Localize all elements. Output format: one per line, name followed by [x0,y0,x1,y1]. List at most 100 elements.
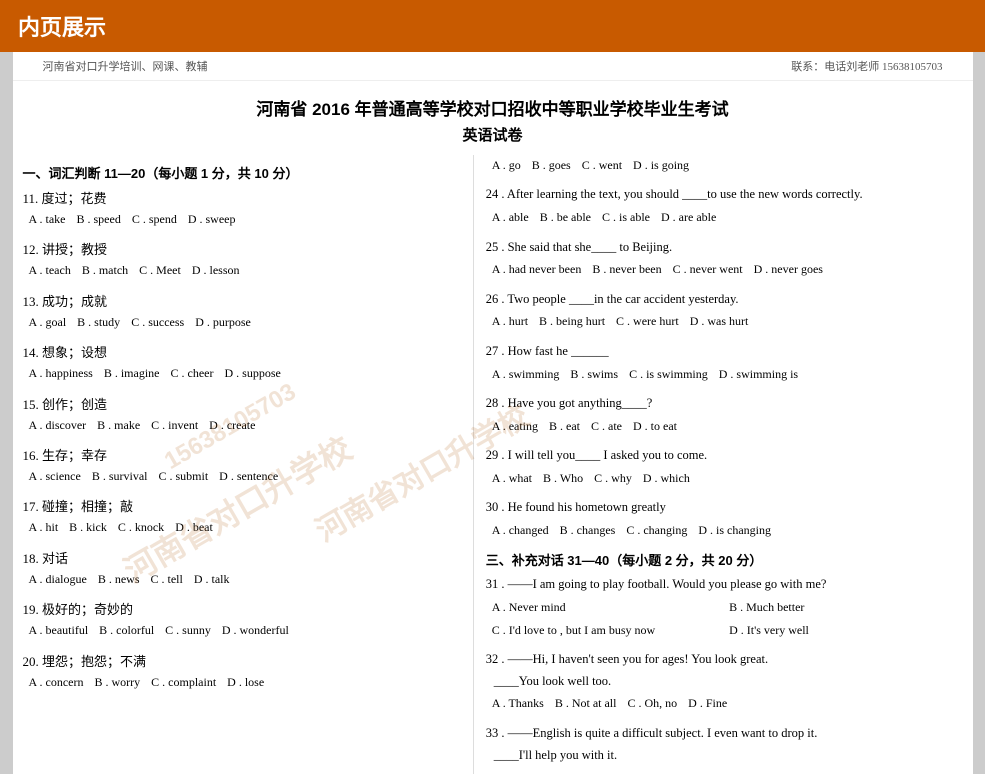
q11-opt-a: A . take [29,212,66,226]
q28-opt-a: A . eating [492,419,538,433]
q33-stem2: ____I'll help you with it. [494,746,963,765]
q13-chinese: 成功；成就 [42,294,107,309]
question-12: 12. 讲授；教授 A . teach B . match C . Meet D… [23,239,463,280]
q16-chinese: 生存；幸存 [42,448,107,463]
q16-opt-d: D . sentence [219,469,278,483]
question-23-options: A . go B . goes C . went D . is going [486,155,963,175]
question-33: 33 . ——English is quite a difficult subj… [486,724,963,765]
q11-opt-d: D . sweep [188,212,236,226]
q31-opt-b: B . Much better [729,597,954,617]
q19-options: A . beautiful B . colorful C . sunny D .… [29,620,463,640]
question-15: 15. 创作；创造 A . discover B . make C . inve… [23,394,463,435]
header-banner: 内页展示 [0,0,985,52]
q29-opt-d: D . which [643,471,690,485]
q16-opt-b: B . survival [92,469,148,483]
q26-stem: 26 . Two people ____in the car accident … [486,290,963,309]
q31-options: A . Never mind B . Much better C . I'd l… [492,597,963,640]
q19-opt-a: A . beautiful [29,623,89,637]
q19-number: 19. 极好的；奇妙的 [23,599,463,618]
q14-number: 14. 想象；设想 [23,342,463,361]
q27-opt-d: D . swimming is [719,367,798,381]
q30-stem: 30 . He found his hometown greatly [486,498,963,517]
question-30: 30 . He found his hometown greatly A . c… [486,498,963,540]
q17-chinese: 碰撞；相撞；敲 [42,499,133,514]
q27-opt-c: C . is swimming [629,367,708,381]
q24-opt-d: D . are able [661,210,716,224]
q25-opt-b: B . never been [592,262,661,276]
q20-chinese: 埋怨；抱怨；不满 [42,654,146,669]
question-16: 16. 生存；幸存 A . science B . survival C . s… [23,445,463,486]
q29-opt-c: C . why [594,471,632,485]
q17-opt-c: C . knock [118,520,164,534]
q19-opt-b: B . colorful [99,623,154,637]
q14-opt-c: C . cheer [171,366,214,380]
question-26: 26 . Two people ____in the car accident … [486,290,963,332]
q29-opt-a: A . what [492,471,532,485]
q18-opt-d: D . talk [194,572,230,586]
q15-opt-b: B . make [97,418,140,432]
page-container: 河南省对口升学校 15638105703 河南省对口升学校 河南省对口升学培训、… [13,52,973,774]
top-bar-left: 河南省对口升学培训、网课、教辅 [43,58,208,74]
q20-opt-c: C . complaint [151,675,216,689]
q12-options: A . teach B . match C . Meet D . lesson [29,260,463,280]
left-column: 一、词汇判断 11—20（每小题 1 分，共 10 分） 11. 度过；花费 A… [23,155,474,774]
question-19: 19. 极好的；奇妙的 A . beautiful B . colorful C… [23,599,463,640]
q15-opt-a: A . discover [29,418,87,432]
q14-opt-a: A . happiness [29,366,93,380]
q11-chinese: 度过；花费 [42,191,107,206]
q16-options: A . science B . survival C . submit D . … [29,466,463,486]
q13-number: 13. 成功；成就 [23,291,463,310]
q24-opt-b: B . be able [540,210,591,224]
q27-stem: 27 . How fast he ______ [486,342,963,361]
q14-opt-d: D . suppose [225,366,281,380]
question-28: 28 . Have you got anything____? A . eati… [486,394,963,436]
q24-opt-c: C . is able [602,210,650,224]
q19-chinese: 极好的；奇妙的 [42,602,133,617]
q25-stem: 25 . She said that she____ to Beijing. [486,238,963,257]
q25-opt-a: A . had never been [492,262,582,276]
exam-subtitle: 英语试卷 [13,124,973,145]
q29-opt-b: B . Who [543,471,583,485]
q31-opt-a: A . Never mind [492,597,717,617]
q26-opt-b: B . being hurt [539,314,605,328]
q32-stem2: ____You look well too. [494,672,963,691]
q12-opt-c: C . Meet [139,263,181,277]
q26-options: A . hurt B . being hurt C . were hurt D … [492,311,963,331]
q20-opt-d: D . lose [227,675,264,689]
q29-options: A . what B . Who C . why D . which [492,468,963,488]
q24-options: A . able B . be able C . is able D . are… [492,207,963,227]
q30-options: A . changed B . changes C . changing D .… [492,520,963,540]
q30-opt-a: A . changed [492,523,549,537]
q25-opt-c: C . never went [673,262,743,276]
q28-opt-d: D . to eat [633,419,677,433]
q18-opt-a: A . dialogue [29,572,87,586]
q27-options: A . swimming B . swims C . is swimming D… [492,364,963,384]
q20-options: A . concern B . worry C . complaint D . … [29,672,463,692]
q12-opt-a: A . teach [29,263,71,277]
q15-opt-c: C . invent [151,418,198,432]
section3-title: 三、补充对话 31—40（每小题 2 分，共 20 分） [486,550,963,569]
top-bar: 河南省对口升学培训、网课、教辅 联系：电话刘老师 15638105703 [13,52,973,81]
q26-opt-c: C . were hurt [616,314,679,328]
q31-opt-d: D . It's very well [729,620,954,640]
q16-opt-c: C . submit [158,469,208,483]
q11-opt-c: C . spend [132,212,177,226]
q11-opt-b: B . speed [77,212,121,226]
q28-opt-b: B . eat [549,419,580,433]
q15-options: A . discover B . make C . invent D . cre… [29,415,463,435]
q30-opt-b: B . changes [560,523,616,537]
question-29: 29 . I will tell you____ I asked you to … [486,446,963,488]
banner-title: 内页展示 [18,15,106,40]
q29-stem: 29 . I will tell you____ I asked you to … [486,446,963,465]
q23-opt-c: C . went [582,158,622,172]
question-17: 17. 碰撞；相撞；敲 A . hit B . kick C . knock D… [23,496,463,537]
question-20: 20. 埋怨；抱怨；不满 A . concern B . worry C . c… [23,651,463,692]
q13-opt-c: C . success [131,315,184,329]
question-25: 25 . She said that she____ to Beijing. A… [486,238,963,280]
q12-chinese: 讲授；教授 [42,242,107,257]
q33-stem: 33 . ——English is quite a difficult subj… [486,724,963,743]
q32-stem: 32 . ——Hi, I haven't seen you for ages! … [486,650,963,669]
q12-opt-d: D . lesson [192,263,240,277]
q23-opt-a: A . go [492,158,521,172]
q18-opt-c: C . tell [151,572,183,586]
